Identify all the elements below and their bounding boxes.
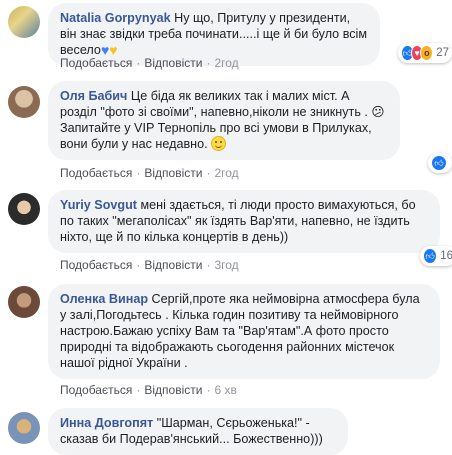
reactions-summary[interactable]: 👍︎ 16	[420, 246, 452, 266]
comment-time[interactable]: 2год	[214, 56, 238, 70]
like-link[interactable]: Подобається	[60, 166, 132, 180]
comment-author[interactable]: Оля Бабич	[60, 89, 127, 103]
like-link[interactable]: Подобається	[60, 383, 132, 397]
like-link[interactable]: Подобається	[60, 258, 132, 272]
avatar[interactable]	[8, 6, 40, 38]
like-link[interactable]: Подобається	[60, 56, 132, 70]
comment-author[interactable]: Yuriy Sovgut	[60, 198, 137, 212]
reaction-count: 27	[436, 47, 449, 59]
reactions-summary[interactable]: 👍︎	[428, 153, 452, 173]
yellow-heart-icon: ♥	[109, 42, 118, 58]
comment-bubble: Инна Довгопят "Шарман, Сєрьоженька!" - с…	[48, 408, 348, 455]
blue-heart-icon: ♥	[100, 42, 110, 58]
reaction-count: 16	[440, 250, 452, 262]
reply-link[interactable]: Відповісти	[144, 56, 202, 70]
comment-time[interactable]: 3год	[214, 258, 238, 272]
comment-actions: Подобається · Відповісти · 2год	[60, 166, 239, 180]
comment-time[interactable]: 2год	[214, 166, 238, 180]
wow-reaction-icon: o	[420, 45, 434, 61]
comment-bubble: Оля Бабич Це біда як великих так і малих…	[48, 81, 400, 160]
comment-time[interactable]: 6 хв	[214, 383, 236, 397]
avatar[interactable]	[8, 193, 40, 225]
reply-link[interactable]: Відповісти	[144, 383, 202, 397]
smile-icon	[211, 136, 227, 151]
comment-actions: Подобається · Відповісти · 3год	[60, 258, 239, 272]
comment-author[interactable]: Natalia Gorpynyak	[60, 11, 171, 25]
reply-link[interactable]: Відповісти	[144, 166, 202, 180]
comment-actions: Подобається · Відповісти · 2год	[60, 56, 239, 70]
reply-link[interactable]: Відповісти	[144, 258, 202, 272]
avatar[interactable]	[8, 286, 40, 318]
avatar[interactable]	[8, 412, 40, 444]
like-reaction-icon: 👍︎	[431, 155, 447, 171]
like-reaction-icon: 👍︎	[423, 248, 438, 264]
comment-bubble: Оленка Винар Сергій,проте яка неймовірна…	[48, 284, 440, 379]
comment-actions: Подобається · Відповісти · 6 хв	[60, 383, 237, 397]
comment-author[interactable]: Инна Довгопят	[60, 416, 153, 430]
avatar[interactable]	[8, 86, 40, 118]
comment-bubble: Yuriy Sovgut мені здається, ті люди прос…	[48, 190, 440, 253]
reactions-summary[interactable]: 👍︎ ♥ o 27	[398, 43, 452, 63]
comment-author[interactable]: Оленка Винар	[60, 292, 148, 306]
